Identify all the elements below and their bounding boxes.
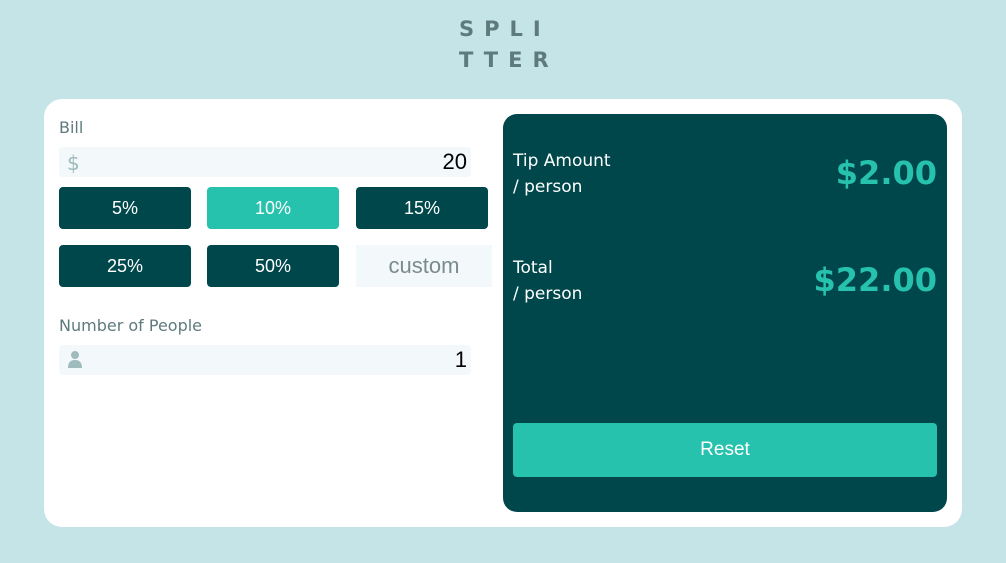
tip-amount-sub: / person xyxy=(513,177,583,197)
logo-line-1: SPLI xyxy=(459,17,551,41)
tip-button-50[interactable]: 50% xyxy=(207,245,339,287)
tip-amount-title: Tip Amount xyxy=(513,151,611,171)
custom-tip-input[interactable]: custom xyxy=(356,245,492,287)
total-value: $22.00 xyxy=(813,261,937,299)
people-label: Number of People xyxy=(59,316,203,335)
bill-value: 20 xyxy=(442,149,467,174)
tip-button-5[interactable]: 5% xyxy=(59,187,191,229)
reset-label: Reset xyxy=(700,439,750,460)
people-input[interactable]: 1 xyxy=(59,345,471,375)
tip-button-25[interactable]: 25% xyxy=(59,245,191,287)
result-panel: Tip Amount / person $2.00 Total / person… xyxy=(503,114,947,512)
bill-input[interactable]: $ 20 xyxy=(59,147,471,177)
people-value: 1 xyxy=(454,347,467,372)
tip-amount-label: Tip Amount / person xyxy=(513,148,611,200)
bill-label: Bill xyxy=(59,118,84,137)
total-sub: / person xyxy=(513,284,583,304)
tip-amount-value: $2.00 xyxy=(835,154,937,192)
person-icon xyxy=(67,349,83,374)
reset-button[interactable]: Reset xyxy=(513,423,937,477)
tip-button-15[interactable]: 15% xyxy=(356,187,488,229)
total-label: Total / person xyxy=(513,255,582,307)
tip-button-10[interactable]: 10% xyxy=(207,187,339,229)
app-logo: SPLI TTER xyxy=(459,14,559,76)
logo-line-2: TTER xyxy=(459,48,559,72)
dollar-icon: $ xyxy=(67,151,80,175)
total-title: Total xyxy=(513,258,553,278)
